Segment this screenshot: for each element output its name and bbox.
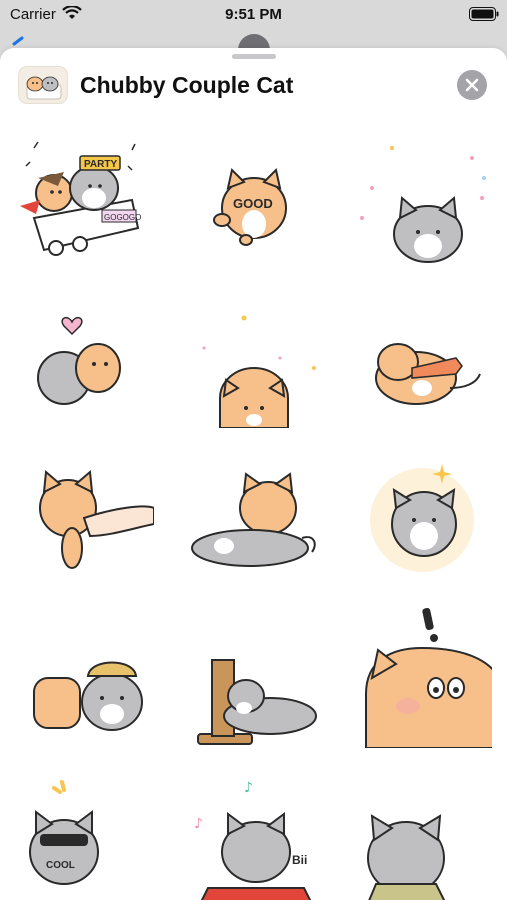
- sticker-gray-cat-coat[interactable]: [352, 768, 492, 900]
- sticker-hug-heart[interactable]: [14, 288, 154, 428]
- app-icon: [18, 66, 68, 104]
- sticker-scratching-post[interactable]: [184, 608, 324, 748]
- svg-text:♪: ♪: [194, 816, 203, 832]
- sticker-orange-cat-peek[interactable]: [184, 288, 324, 428]
- clock-time: 9:51 PM: [225, 6, 282, 23]
- sticker-party-cart[interactable]: GOGOGO PARTY: [14, 128, 154, 268]
- battery-icon: [469, 7, 499, 26]
- sticker-gray-cat-sparkle[interactable]: [352, 448, 492, 588]
- sticker-orange-cat-big-exclaim[interactable]: [352, 608, 492, 748]
- close-button[interactable]: [457, 70, 487, 100]
- sheet-grabber[interactable]: [232, 54, 276, 59]
- sheet-title: Chubby Couple Cat: [80, 72, 294, 98]
- sticker-badge-text: Bii: [292, 853, 307, 867]
- sticker-orange-cat-hand[interactable]: [14, 448, 154, 588]
- sheet-header: Chubby Couple Cat: [0, 60, 507, 114]
- sticker-badge-text: COOL: [46, 860, 75, 871]
- sticker-badge-text: GOOD: [233, 196, 273, 211]
- sticker-sheet: Chubby Couple Cat GOGOGO PARTY GOOD COOL…: [0, 48, 507, 900]
- sticker-cats-lying[interactable]: [184, 448, 324, 588]
- svg-text:♪: ♪: [244, 780, 253, 796]
- sticker-cats-hat[interactable]: [14, 608, 154, 748]
- sticker-gray-cat-confetti[interactable]: [352, 128, 492, 268]
- sticker-gray-cat-drive[interactable]: ♪ ♪ Bii: [184, 768, 324, 900]
- sticker-side-text: GOGOGO: [104, 213, 141, 222]
- sticker-orange-cat-fish[interactable]: [352, 288, 492, 428]
- close-icon: [465, 78, 479, 92]
- sticker-badge-text: PARTY: [84, 159, 117, 170]
- status-bar: Carrier 9:51 PM: [0, 0, 507, 30]
- sticker-orange-cat-good[interactable]: GOOD: [184, 128, 324, 268]
- sticker-grid: GOGOGO PARTY GOOD COOL ♪ ♪ Bii: [0, 118, 507, 900]
- sticker-gray-cat-cool[interactable]: COOL: [14, 768, 154, 900]
